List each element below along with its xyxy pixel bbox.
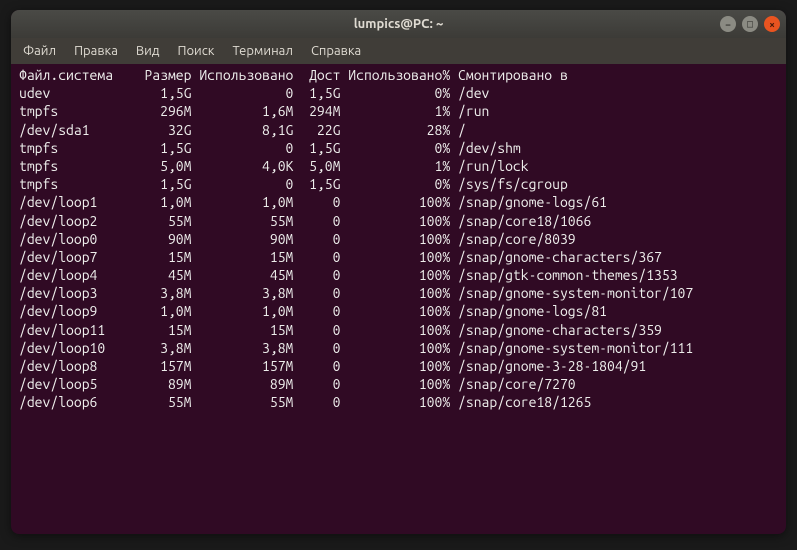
output-line: tmpfs 296M 1,6M 294M 1% /run	[19, 102, 778, 120]
output-line: /dev/loop1 1,0M 1,0M 0 100% /snap/gnome-…	[19, 193, 778, 211]
output-line: /dev/loop6 55M 55M 0 100% /snap/core18/1…	[19, 393, 778, 411]
output-line: /dev/loop0 90M 90M 0 100% /snap/core/803…	[19, 230, 778, 248]
output-line: tmpfs 1,5G 0 1,5G 0% /sys/fs/cgroup	[19, 175, 778, 193]
minimize-icon: −	[725, 19, 731, 30]
output-line: tmpfs 1,5G 0 1,5G 0% /dev/shm	[19, 139, 778, 157]
output-line: /dev/loop5 89M 89M 0 100% /snap/core/727…	[19, 375, 778, 393]
close-button[interactable]: ×	[764, 16, 780, 32]
menubar: Файл Правка Вид Поиск Терминал Справка	[11, 38, 786, 64]
maximize-button[interactable]: □	[742, 16, 758, 32]
output-line: /dev/loop9 1,0M 1,0M 0 100% /snap/gnome-…	[19, 302, 778, 320]
titlebar: lumpics@PC: ~ − □ ×	[11, 10, 786, 38]
menu-help[interactable]: Справка	[303, 41, 369, 61]
minimize-button[interactable]: −	[720, 16, 736, 32]
terminal-window: lumpics@PC: ~ − □ × Файл Правка Вид Поис…	[11, 10, 786, 534]
output-line: /dev/loop3 3,8M 3,8M 0 100% /snap/gnome-…	[19, 284, 778, 302]
maximize-icon: □	[747, 18, 753, 30]
window-controls: − □ ×	[720, 16, 780, 32]
output-line: /dev/loop7 15M 15M 0 100% /snap/gnome-ch…	[19, 248, 778, 266]
output-line: Файл.система Размер Использовано Дост Ис…	[19, 66, 778, 84]
output-line: tmpfs 5,0M 4,0K 5,0M 1% /run/lock	[19, 157, 778, 175]
output-line: /dev/loop4 45M 45M 0 100% /snap/gtk-comm…	[19, 266, 778, 284]
menu-view[interactable]: Вид	[128, 41, 168, 61]
output-line: /dev/loop8 157M 157M 0 100% /snap/gnome-…	[19, 357, 778, 375]
menu-search[interactable]: Поиск	[169, 41, 222, 61]
output-line: /dev/loop2 55M 55M 0 100% /snap/core18/1…	[19, 212, 778, 230]
terminal-output[interactable]: Файл.система Размер Использовано Дост Ис…	[11, 64, 786, 534]
menu-file[interactable]: Файл	[15, 41, 64, 61]
output-line: /dev/loop11 15M 15M 0 100% /snap/gnome-c…	[19, 321, 778, 339]
output-line: /dev/loop10 3,8M 3,8M 0 100% /snap/gnome…	[19, 339, 778, 357]
menu-edit[interactable]: Правка	[66, 41, 126, 61]
output-line: /dev/sda1 32G 8,1G 22G 28% /	[19, 121, 778, 139]
menu-terminal[interactable]: Терминал	[224, 41, 300, 61]
output-line: udev 1,5G 0 1,5G 0% /dev	[19, 84, 778, 102]
window-title: lumpics@PC: ~	[354, 17, 444, 31]
close-icon: ×	[769, 19, 775, 30]
